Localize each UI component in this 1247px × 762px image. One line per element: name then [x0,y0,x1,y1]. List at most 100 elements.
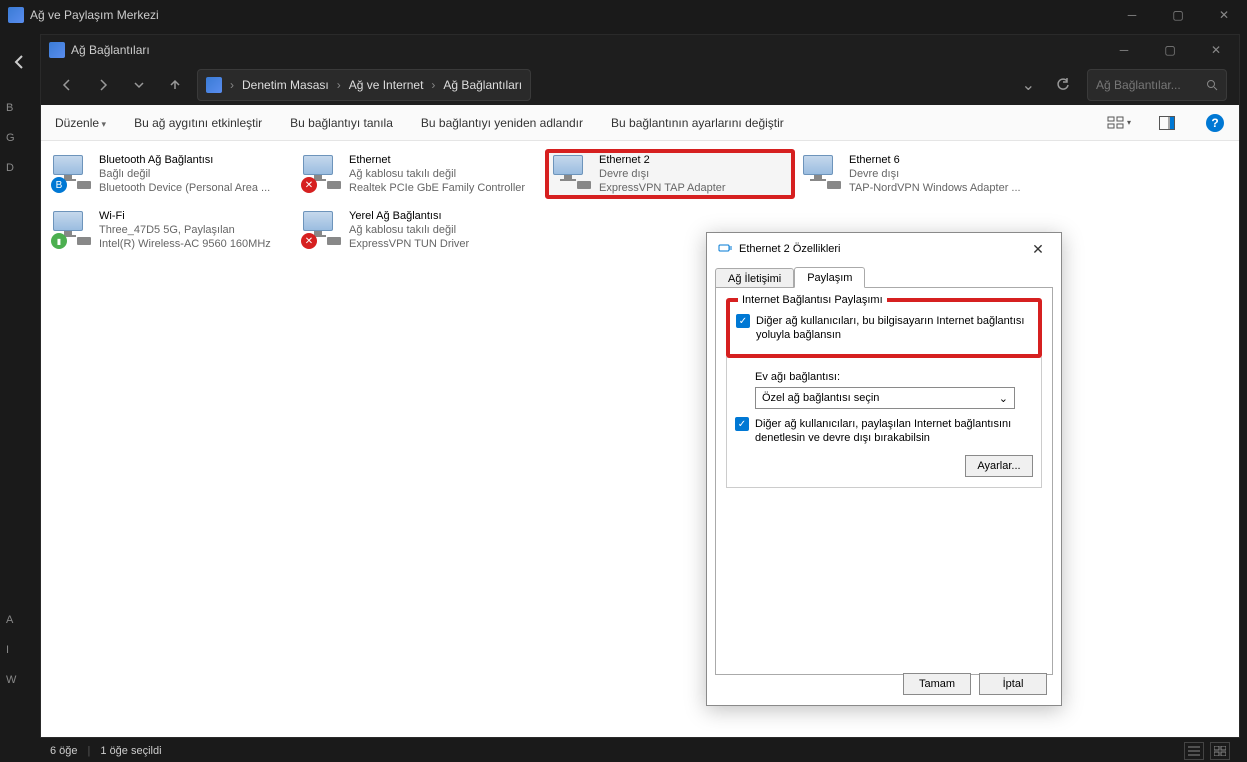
nav-recent-button[interactable] [125,71,153,99]
connection-device: ExpressVPN TAP Adapter [599,181,726,195]
dialog-titlebar[interactable]: Ethernet 2 Özellikleri ✕ [707,233,1061,265]
inner-window-controls: ─ ▢ ✕ [1101,35,1239,65]
nav-forward-button[interactable] [89,71,117,99]
address-bar-row: › Denetim Masası › Ağ ve Internet › Ağ B… [41,65,1239,105]
properties-dialog: Ethernet 2 Özellikleri ✕ Ağ İletişimi Pa… [706,232,1062,706]
allow-sharing-label: Diğer ağ kullanıcıları, bu bilgisayarın … [756,314,1032,342]
chevron-right-icon[interactable]: › [228,78,236,92]
dialog-footer: Tamam İptal [903,673,1047,695]
adapter-icon: B [51,153,91,193]
icons-view-button[interactable] [1210,742,1230,760]
search-input[interactable] [1096,78,1206,92]
breadcrumb-mid[interactable]: Ağ ve Internet [349,78,424,92]
chevron-right-icon[interactable]: › [429,78,437,92]
connection-name: Ethernet 6 [849,153,1021,167]
tab-networking[interactable]: Ağ İletişimi [715,268,794,288]
connection-item[interactable]: Ethernet 2Devre dışıExpressVPN TAP Adapt… [545,149,795,199]
home-network-label: Ev ağı bağlantısı: [755,371,1033,383]
home-network-select[interactable]: Özel ağ bağlantısı seçin ⌄ [755,387,1015,409]
outer-left-strip: B G D A I W [0,30,40,740]
help-button[interactable]: ? [1203,111,1227,135]
change-settings-button[interactable]: Bu bağlantının ayarlarını değiştir [609,112,786,134]
connection-text: Ethernet 2Devre dışıExpressVPN TAP Adapt… [599,153,726,195]
connection-item[interactable]: ✕ EthernetAğ kablosu takılı değilRealtek … [295,149,545,199]
preview-pane-button[interactable] [1155,111,1179,135]
bluetooth-icon: B [51,177,67,193]
outer-minimize-button[interactable]: ─ [1109,0,1155,30]
status-selected-count: 1 öğe seçildi [100,745,161,757]
connection-device: Bluetooth Device (Personal Area ... [99,181,270,195]
adapter-icon [551,153,591,193]
connection-name: Ethernet 2 [599,153,726,167]
breadcrumb-leaf[interactable]: Ağ Bağlantıları [443,78,522,92]
connection-text: EthernetAğ kablosu takılı değilRealtek P… [349,153,525,195]
diagnose-button[interactable]: Bu bağlantıyı tanıla [288,112,395,134]
inner-window-title: Ağ Bağlantıları [71,43,150,57]
breadcrumb-bar[interactable]: › Denetim Masası › Ağ ve Internet › Ağ B… [197,69,531,101]
outer-window: Ağ ve Paylaşım Merkezi ─ ▢ ✕ B G D A I W… [0,0,1247,762]
disconnected-icon: ✕ [301,233,317,249]
breadcrumb-root[interactable]: Denetim Masası [242,78,329,92]
connection-name: Bluetooth Ağ Bağlantısı [99,153,270,167]
nav-up-button[interactable] [161,71,189,99]
connection-item[interactable]: ▮Wi-FiThree_47D5 5G, PaylaşılanIntel(R) … [45,205,295,255]
command-toolbar: Düzenle Bu ağ aygıtını etkinleştir Bu ba… [41,105,1239,141]
connection-device: Realtek PCIe GbE Family Controller [349,181,525,195]
outer-titlebar: Ağ ve Paylaşım Merkezi ─ ▢ ✕ [0,0,1247,30]
side-letter: I [6,644,40,656]
allow-sharing-row: ✓ Diğer ağ kullanıcıları, bu bilgisayarı… [736,314,1032,342]
connection-name: Yerel Ağ Bağlantısı [349,209,469,223]
nav-back-button[interactable] [53,71,81,99]
tab-sharing[interactable]: Paylaşım [794,267,865,288]
connection-name: Wi-Fi [99,209,271,223]
connection-status: Devre dışı [849,167,1021,181]
status-separator: | [88,745,91,757]
outer-window-controls: ─ ▢ ✕ [1109,0,1247,30]
side-letters-lower: A I W [0,594,40,686]
refresh-button[interactable] [1047,69,1079,101]
ics-group-body: Ev ağı bağlantısı: Özel ağ bağlantısı se… [726,357,1042,488]
organize-menu[interactable]: Düzenle [53,112,108,134]
connection-item[interactable]: ✕Yerel Ağ BağlantısıAğ kablosu takılı de… [295,205,545,255]
ok-button[interactable]: Tamam [903,673,971,695]
adapter-icon [801,153,841,193]
inner-close-button[interactable]: ✕ [1193,35,1239,65]
settings-button[interactable]: Ayarlar... [965,455,1033,477]
search-box[interactable] [1087,69,1227,101]
rename-button[interactable]: Bu bağlantıyı yeniden adlandır [419,112,585,134]
details-view-button[interactable] [1184,742,1204,760]
chevron-right-icon[interactable]: › [335,78,343,92]
view-options-button[interactable]: ▾ [1107,111,1131,135]
connection-device: ExpressVPN TUN Driver [349,237,469,251]
outer-back-button[interactable] [0,42,40,82]
connection-item[interactable]: BBluetooth Ağ BağlantısıBağlı değilBluet… [45,149,295,199]
allow-sharing-checkbox[interactable]: ✓ [736,314,750,328]
address-history-dropdown[interactable]: ⌄ [1018,75,1039,95]
side-letter: G [6,132,40,144]
connection-status: Ağ kablosu takılı değil [349,167,525,181]
breadcrumb-icon [206,77,222,93]
connection-status: Devre dışı [599,167,726,181]
outer-maximize-button[interactable]: ▢ [1155,0,1201,30]
inner-titlebar: Ağ Bağlantıları ─ ▢ ✕ [41,35,1239,65]
ics-group-legend: Internet Bağlantısı Paylaşımı [738,294,887,306]
wifi-signal-icon: ▮ [51,233,67,249]
disconnected-icon: ✕ [301,177,317,193]
connection-item[interactable]: Ethernet 6Devre dışıTAP-NordVPN Windows … [795,149,1045,199]
connection-device: TAP-NordVPN Windows Adapter ... [849,181,1021,195]
adapter-icon: ▮ [51,209,91,249]
network-center-icon [8,7,24,23]
side-letter: A [6,614,40,626]
connection-device: Intel(R) Wireless-AC 9560 160MHz [99,237,271,251]
enable-device-button[interactable]: Bu ağ aygıtını etkinleştir [132,112,264,134]
outer-close-button[interactable]: ✕ [1201,0,1247,30]
inner-minimize-button[interactable]: ─ [1101,35,1147,65]
inner-maximize-button[interactable]: ▢ [1147,35,1193,65]
side-letter: W [6,674,40,686]
dialog-close-button[interactable]: ✕ [1025,236,1051,262]
allow-control-checkbox[interactable]: ✓ [735,417,749,431]
connection-text: Ethernet 6Devre dışıTAP-NordVPN Windows … [849,153,1021,195]
dialog-tabs: Ağ İletişimi Paylaşım [707,265,1061,287]
cancel-button[interactable]: İptal [979,673,1047,695]
dialog-title: Ethernet 2 Özellikleri [739,243,841,255]
